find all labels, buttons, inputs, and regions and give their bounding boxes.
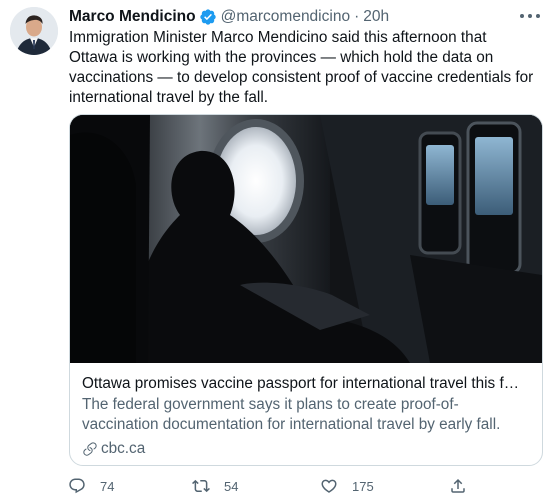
author-handle[interactable]: @marcomendicino (221, 8, 350, 26)
timestamp[interactable]: 20h (363, 8, 389, 26)
tweet-actions: 74 54 175 (64, 474, 465, 498)
retweet-count: 54 (224, 478, 239, 494)
card-title[interactable]: Ottawa promises vaccine passport for int… (82, 374, 522, 394)
share-icon (451, 478, 465, 493)
card-body: Ottawa promises vaccine passport for int… (82, 374, 534, 459)
link-card[interactable]: Ottawa promises vaccine passport for int… (69, 114, 543, 466)
retweet-button[interactable]: 54 (192, 474, 238, 498)
retweet-icon (192, 479, 210, 493)
verified-badge-icon (199, 9, 216, 25)
share-button[interactable] (449, 474, 481, 498)
more-icon[interactable] (518, 8, 542, 24)
reply-count: 74 (100, 478, 115, 494)
like-count: 175 (352, 478, 374, 494)
card-description: The federal government says it plans to … (82, 396, 501, 433)
author-name[interactable]: Marco Mendicino (69, 8, 196, 26)
separator-dot: · (354, 8, 360, 25)
card-image (70, 115, 542, 363)
reply-icon (69, 478, 85, 494)
heart-icon (321, 479, 337, 493)
tweet[interactable]: Marco Mendicino @marcomendicino · 20h Im… (0, 0, 554, 503)
link-icon (83, 442, 97, 456)
like-button[interactable]: 175 (320, 474, 374, 498)
card-domain[interactable]: cbc.ca (82, 439, 534, 459)
tweet-text: Immigration Minister Marco Mendicino sai… (69, 29, 534, 106)
avatar[interactable] (10, 7, 58, 55)
card-domain-text: cbc.ca (101, 440, 146, 457)
reply-button[interactable]: 74 (68, 474, 114, 498)
tweet-header: Marco Mendicino @marcomendicino · 20h (69, 6, 389, 28)
avatar-image (10, 7, 58, 55)
